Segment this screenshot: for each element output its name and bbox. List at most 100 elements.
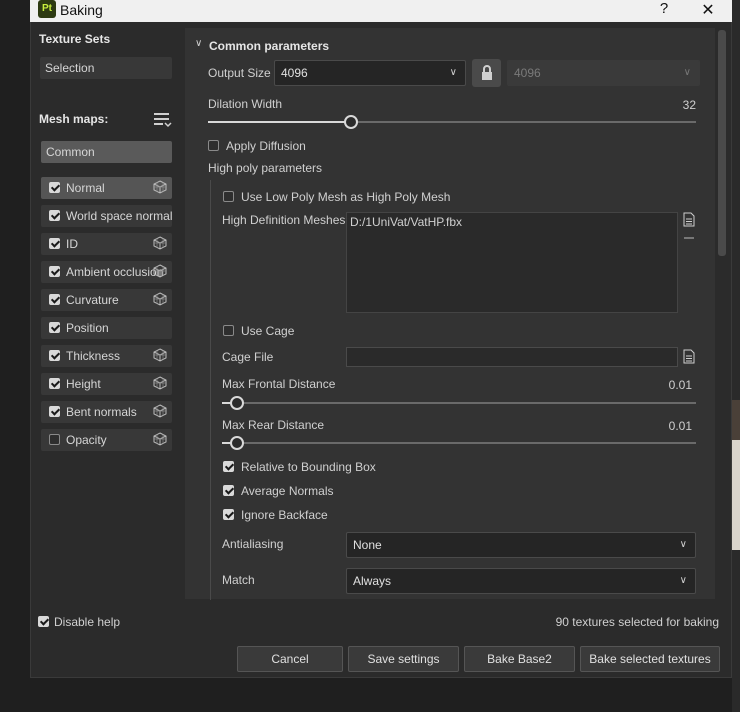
background-app-strip (732, 0, 740, 712)
dilation-width-label: Dilation Width (208, 97, 283, 111)
checkbox-icon[interactable] (49, 378, 60, 389)
lock-icon (482, 65, 492, 80)
checkbox-icon (223, 325, 234, 336)
antialiasing-dropdown[interactable]: None ∨ (346, 532, 696, 558)
cage-file-input[interactable] (346, 347, 678, 367)
output-size-linked-dropdown: 4096 ∨ (507, 60, 700, 86)
disable-help-checkbox[interactable]: Disable help (38, 615, 158, 629)
cage-file-label: Cage File (222, 350, 274, 364)
lock-button[interactable] (472, 59, 501, 87)
dilation-width-value: 32 (682, 98, 696, 112)
chevron-down-icon: ∨ (683, 67, 691, 78)
parameters-scrollbar[interactable] (718, 30, 726, 256)
max-rear-value: 0.01 (668, 419, 692, 433)
cube-icon[interactable] (153, 432, 167, 446)
dilation-slider-handle[interactable] (343, 115, 358, 129)
use-low-poly-checkbox[interactable]: Use Low Poly Mesh as High Poly Mesh (223, 190, 473, 204)
hd-meshes-list[interactable]: D:/1UniVat/VatHP.fbx (346, 212, 678, 313)
hd-mesh-path: D:/1UniVat/VatHP.fbx (350, 215, 463, 229)
chevron-down-icon: ∨ (679, 539, 687, 550)
help-button[interactable]: ? (656, 0, 672, 20)
mesh-map-label: Thickness (66, 349, 121, 363)
cube-icon[interactable] (153, 376, 167, 390)
bake-selected-textures-button[interactable]: Bake selected textures (580, 646, 720, 672)
mesh-map-item[interactable]: Bent normals (41, 401, 172, 423)
cube-icon[interactable] (153, 180, 167, 194)
title-bar[interactable] (30, 0, 732, 22)
checkbox-icon[interactable] (49, 406, 60, 417)
ignore-backface-checkbox[interactable]: Ignore Backface (223, 508, 423, 522)
output-size-linked-value: 4096 (514, 66, 541, 80)
average-normals-checkbox[interactable]: Average Normals (223, 484, 423, 498)
mesh-map-item[interactable]: Curvature (41, 289, 172, 311)
collapse-chevron-icon[interactable]: ∨ (195, 38, 202, 49)
mesh-map-item[interactable]: Height (41, 373, 172, 395)
checkbox-icon (38, 616, 49, 627)
bake-base-button[interactable]: Bake Base2 (464, 646, 575, 672)
use-cage-checkbox[interactable]: Use Cage (223, 324, 343, 338)
mesh-map-item[interactable]: Opacity (41, 429, 172, 451)
mesh-map-item[interactable]: World space normal (41, 205, 173, 227)
output-size-dropdown[interactable]: 4096 ∨ (274, 60, 466, 86)
texture-sets-title: Texture Sets (39, 32, 111, 46)
checkbox-icon[interactable] (49, 266, 60, 277)
output-size-label: Output Size (208, 66, 271, 80)
checkbox-icon[interactable] (49, 350, 60, 361)
cube-icon[interactable] (153, 404, 167, 418)
mesh-map-label: Bent normals (66, 405, 137, 419)
checkbox-icon[interactable] (49, 238, 60, 249)
remove-mesh-icon[interactable] (684, 237, 694, 239)
app-logo-icon: Pt (38, 0, 56, 18)
mesh-map-item[interactable]: ID (41, 233, 172, 255)
mesh-map-label: Height (66, 377, 101, 391)
high-poly-parameters-title: High poly parameters (208, 161, 323, 175)
max-frontal-label: Max Frontal Distance (222, 377, 336, 391)
mesh-map-label: Opacity (66, 433, 107, 447)
mesh-maps-menu-icon[interactable] (154, 112, 172, 128)
checkbox-icon[interactable] (49, 322, 60, 333)
cube-icon[interactable] (153, 264, 167, 278)
mesh-map-label: ID (66, 237, 78, 251)
max-frontal-slider-handle[interactable] (230, 396, 244, 410)
cancel-button[interactable]: Cancel (237, 646, 343, 672)
mesh-map-label: Ambient occlusion (66, 265, 164, 279)
mesh-map-item[interactable]: Normal (41, 177, 172, 199)
mesh-map-label: Position (66, 321, 109, 335)
cube-icon[interactable] (153, 348, 167, 362)
mesh-map-label: World space normal (66, 209, 173, 223)
match-label: Match (222, 573, 255, 587)
checkbox-icon[interactable] (49, 294, 60, 305)
mesh-map-item[interactable]: Ambient occlusion (41, 261, 172, 283)
relative-bbox-checkbox[interactable]: Relative to Bounding Box (223, 460, 423, 474)
max-rear-slider-track[interactable] (222, 442, 696, 444)
mesh-map-label: Curvature (66, 293, 119, 307)
checkbox-icon (208, 140, 219, 151)
texture-set-item[interactable]: Selection (40, 57, 172, 79)
max-frontal-value: 0.01 (668, 378, 692, 392)
mesh-map-item[interactable]: Position (41, 317, 172, 339)
apply-diffusion-checkbox[interactable]: Apply Diffusion (208, 139, 408, 153)
checkbox-icon[interactable] (49, 210, 60, 221)
antialiasing-value: None (353, 538, 382, 552)
max-frontal-slider-track[interactable] (222, 402, 696, 404)
chevron-down-icon: ∨ (679, 575, 687, 586)
file-icon[interactable] (683, 212, 695, 227)
max-rear-slider-handle[interactable] (230, 436, 244, 450)
hd-meshes-label: High Definition Meshes (222, 213, 346, 227)
common-map-group[interactable]: Common (41, 141, 172, 163)
antialiasing-label: Antialiasing (222, 537, 284, 551)
save-settings-button[interactable]: Save settings (348, 646, 459, 672)
cube-icon[interactable] (153, 236, 167, 250)
mesh-maps-title: Mesh maps: (39, 112, 109, 126)
cube-icon[interactable] (153, 292, 167, 306)
checkbox-icon[interactable] (49, 182, 60, 193)
indent-guide (210, 180, 211, 600)
file-icon[interactable] (683, 349, 695, 364)
checkbox-icon[interactable] (49, 434, 60, 445)
close-button[interactable]: ✕ (698, 0, 718, 20)
mesh-map-item[interactable]: Thickness (41, 345, 172, 367)
match-dropdown[interactable]: Always ∨ (346, 568, 696, 594)
window-title: Baking (60, 2, 103, 18)
mesh-map-label: Normal (66, 181, 105, 195)
checkbox-icon (223, 509, 234, 520)
